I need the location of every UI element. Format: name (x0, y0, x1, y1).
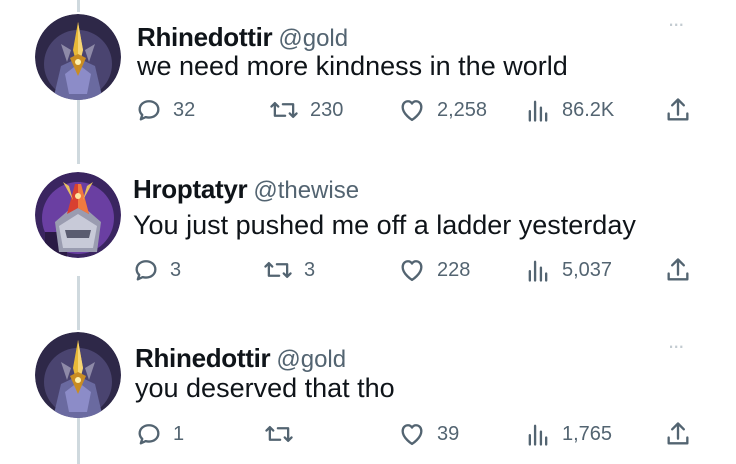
share-button[interactable] (664, 420, 692, 448)
user-handle[interactable]: @gold (276, 346, 346, 373)
reply-count: 1 (173, 422, 185, 445)
retweet-icon (265, 425, 293, 442)
retweet-button[interactable] (263, 420, 305, 448)
reply-icon (138, 424, 160, 445)
tweet-actions: 1 39 1,765 (0, 420, 736, 452)
heart-icon (401, 424, 423, 446)
tweet-header: Rhinedottir @gold (135, 343, 346, 374)
golden-crowned-knight-avatar-icon (35, 332, 121, 418)
avatar[interactable] (35, 332, 121, 418)
like-button[interactable]: 39 (397, 420, 459, 448)
view-count: 1,765 (562, 422, 613, 445)
reply-button[interactable]: 1 (135, 420, 184, 448)
views-icon (528, 424, 548, 446)
share-icon (667, 422, 689, 445)
tweet-text: you deserved that tho (135, 373, 395, 403)
display-name[interactable]: Rhinedottir (135, 343, 271, 373)
like-count: 39 (437, 422, 460, 445)
tweet-3[interactable]: Rhinedottir @gold ... you deserved that t… (0, 0, 736, 464)
more-options-icon[interactable]: ... (668, 330, 684, 352)
views-button[interactable]: 1,765 (524, 420, 612, 448)
